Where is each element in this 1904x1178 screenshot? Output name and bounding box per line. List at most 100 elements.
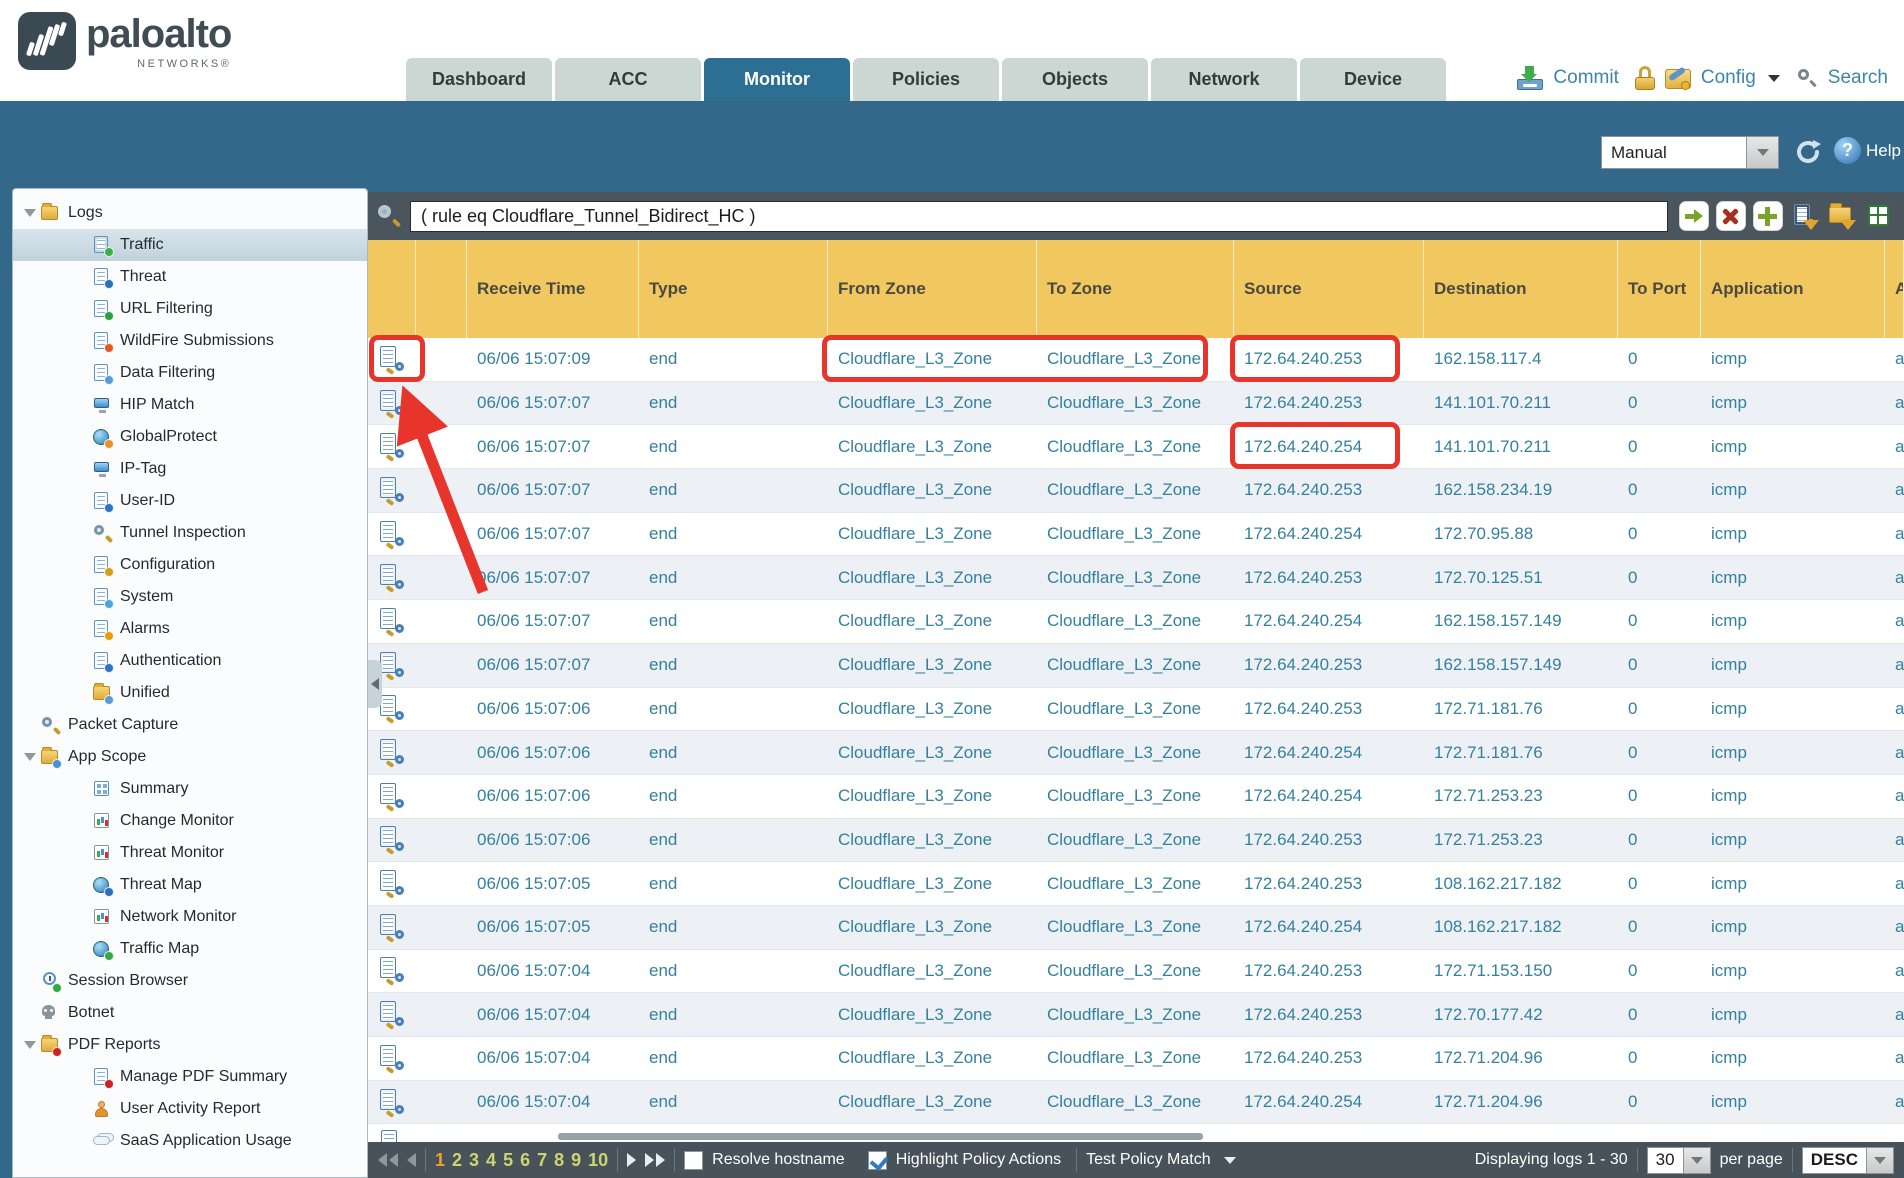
action-cell[interactable]: a <box>1885 382 1904 425</box>
source-cell[interactable]: 172.64.240.253 <box>1234 950 1424 993</box>
application-cell[interactable]: icmp <box>1701 556 1885 599</box>
log-row[interactable]: 06/06 15:07:06endCloudflare_L3_ZoneCloud… <box>368 819 1904 863</box>
from-zone-cell[interactable]: Cloudflare_L3_Zone <box>828 993 1037 1036</box>
to-zone-cell[interactable]: Cloudflare_L3_Zone <box>1037 338 1234 381</box>
destination-cell[interactable]: 162.158.234.19 <box>1424 469 1618 512</box>
sidebar-item-globalprotect[interactable]: GlobalProtect <box>13 421 367 453</box>
log-detail-cell[interactable] <box>368 556 416 599</box>
application-cell[interactable]: icmp <box>1701 819 1885 862</box>
previous-page-button[interactable] <box>407 1153 416 1167</box>
destination-cell[interactable]: 172.71.153.150 <box>1424 950 1618 993</box>
to-zone-cell[interactable]: Cloudflare_L3_Zone <box>1037 425 1234 468</box>
receive-time-cell[interactable]: 06/06 15:07:04 <box>467 1037 639 1080</box>
page-number-2[interactable]: 2 <box>452 1150 462 1171</box>
log-detail-cell[interactable] <box>368 600 416 643</box>
sidebar-item-hip-match[interactable]: HIP Match <box>13 389 367 421</box>
application-cell[interactable]: icmp <box>1701 688 1885 731</box>
global-search-button[interactable]: Search <box>1828 67 1888 89</box>
destination-cell[interactable]: 172.70.95.88 <box>1424 513 1618 556</box>
from-zone-cell[interactable]: Cloudflare_L3_Zone <box>828 775 1037 818</box>
type-cell[interactable]: end <box>639 688 828 731</box>
column-header-source[interactable]: Source <box>1234 240 1424 338</box>
from-zone-cell[interactable]: Cloudflare_L3_Zone <box>828 556 1037 599</box>
application-cell[interactable]: icmp <box>1701 1081 1885 1124</box>
source-cell[interactable]: 172.64.240.254 <box>1234 731 1424 774</box>
tab-network[interactable]: Network <box>1151 58 1297 101</box>
to-port-cell[interactable]: 0 <box>1618 862 1701 905</box>
type-cell[interactable]: end <box>639 906 828 949</box>
type-cell[interactable]: end <box>639 862 828 905</box>
apply-filter-button[interactable] <box>1680 202 1708 230</box>
source-cell[interactable]: 172.64.240.253 <box>1234 993 1424 1036</box>
log-detail-icon[interactable] <box>380 695 404 722</box>
action-cell[interactable]: a <box>1885 600 1904 643</box>
log-row[interactable]: 06/06 15:07:06endCloudflare_L3_ZoneCloud… <box>368 775 1904 819</box>
log-detail-icon[interactable] <box>380 1045 404 1072</box>
action-cell[interactable]: a <box>1885 819 1904 862</box>
log-row[interactable]: 06/06 15:07:04endCloudflare_L3_ZoneCloud… <box>368 993 1904 1037</box>
from-zone-cell[interactable]: Cloudflare_L3_Zone <box>828 1037 1037 1080</box>
to-zone-cell[interactable]: Cloudflare_L3_Zone <box>1037 644 1234 687</box>
sidebar-item-summary[interactable]: Summary <box>13 773 367 805</box>
test-policy-caret-icon[interactable] <box>1224 1157 1236 1164</box>
application-cell[interactable]: icmp <box>1701 382 1885 425</box>
lock-icon[interactable] <box>1635 66 1655 90</box>
refresh-icon[interactable] <box>1794 138 1822 166</box>
action-cell[interactable]: a <box>1885 950 1904 993</box>
page-number-4[interactable]: 4 <box>486 1150 496 1171</box>
config-caret-icon[interactable] <box>1768 75 1780 82</box>
receive-time-cell[interactable]: 06/06 15:07:05 <box>467 906 639 949</box>
source-cell[interactable]: 172.64.240.253 <box>1234 1037 1424 1080</box>
to-zone-cell[interactable]: Cloudflare_L3_Zone <box>1037 775 1234 818</box>
application-cell[interactable]: icmp <box>1701 338 1885 381</box>
action-cell[interactable]: a <box>1885 425 1904 468</box>
tab-objects[interactable]: Objects <box>1002 58 1148 101</box>
destination-cell[interactable]: 172.70.177.42 <box>1424 993 1618 1036</box>
log-row[interactable]: 06/06 15:07:04endCloudflare_L3_ZoneCloud… <box>368 950 1904 994</box>
destination-cell[interactable]: 172.70.125.51 <box>1424 556 1618 599</box>
to-zone-cell[interactable]: Cloudflare_L3_Zone <box>1037 513 1234 556</box>
sidebar-collapse-handle[interactable] <box>368 660 382 708</box>
receive-time-cell[interactable]: 06/06 15:07:07 <box>467 556 639 599</box>
from-zone-cell[interactable]: Cloudflare_L3_Zone <box>828 906 1037 949</box>
source-cell[interactable]: 172.64.240.254 <box>1234 1081 1424 1124</box>
action-cell[interactable]: a <box>1885 862 1904 905</box>
application-cell[interactable]: icmp <box>1701 644 1885 687</box>
application-cell[interactable]: icmp <box>1701 1037 1885 1080</box>
help-icon[interactable]: ? <box>1834 137 1861 164</box>
destination-cell[interactable]: 162.158.157.149 <box>1424 644 1618 687</box>
sidebar-item-pdf-reports[interactable]: PDF Reports <box>13 1029 367 1061</box>
type-cell[interactable]: end <box>639 1037 828 1080</box>
source-cell[interactable]: 172.64.240.253 <box>1234 382 1424 425</box>
receive-time-cell[interactable]: 06/06 15:07:07 <box>467 425 639 468</box>
log-detail-icon[interactable] <box>380 1089 404 1116</box>
saved-filters-button[interactable] <box>1828 202 1856 230</box>
column-header-from-zone[interactable]: From Zone <box>828 240 1037 338</box>
application-cell[interactable]: icmp <box>1701 775 1885 818</box>
source-cell[interactable]: 172.64.240.254 <box>1234 513 1424 556</box>
log-detail-icon[interactable] <box>380 477 404 504</box>
source-cell[interactable]: 172.64.240.253 <box>1234 338 1424 381</box>
test-policy-match-button[interactable]: Test Policy Match <box>1086 1151 1210 1169</box>
log-row[interactable]: 06/06 15:07:07endCloudflare_L3_ZoneCloud… <box>368 600 1904 644</box>
from-zone-cell[interactable]: Cloudflare_L3_Zone <box>828 644 1037 687</box>
receive-time-cell[interactable]: 06/06 15:07:07 <box>467 600 639 643</box>
per-page-select[interactable]: 30 <box>1647 1147 1711 1174</box>
receive-time-cell[interactable]: 06/06 15:07:07 <box>467 644 639 687</box>
to-port-cell[interactable]: 0 <box>1618 731 1701 774</box>
action-cell[interactable]: a <box>1885 513 1904 556</box>
application-cell[interactable]: icmp <box>1701 993 1885 1036</box>
to-port-cell[interactable]: 0 <box>1618 644 1701 687</box>
log-row[interactable]: 06/06 15:07:07endCloudflare_L3_ZoneCloud… <box>368 556 1904 600</box>
page-number-10[interactable]: 10 <box>588 1150 608 1171</box>
filter-builder-button[interactable] <box>1791 202 1819 230</box>
to-port-cell[interactable]: 0 <box>1618 1081 1701 1124</box>
help-group[interactable]: ? Help <box>1834 137 1901 164</box>
to-zone-cell[interactable]: Cloudflare_L3_Zone <box>1037 382 1234 425</box>
log-detail-cell[interactable] <box>368 425 416 468</box>
receive-time-cell[interactable]: 06/06 15:07:06 <box>467 688 639 731</box>
receive-time-cell[interactable]: 06/06 15:07:05 <box>467 862 639 905</box>
source-cell[interactable]: 172.64.240.254 <box>1234 600 1424 643</box>
sidebar-item-manage-pdf-summary[interactable]: Manage PDF Summary <box>13 1061 367 1093</box>
type-cell[interactable]: end <box>639 382 828 425</box>
